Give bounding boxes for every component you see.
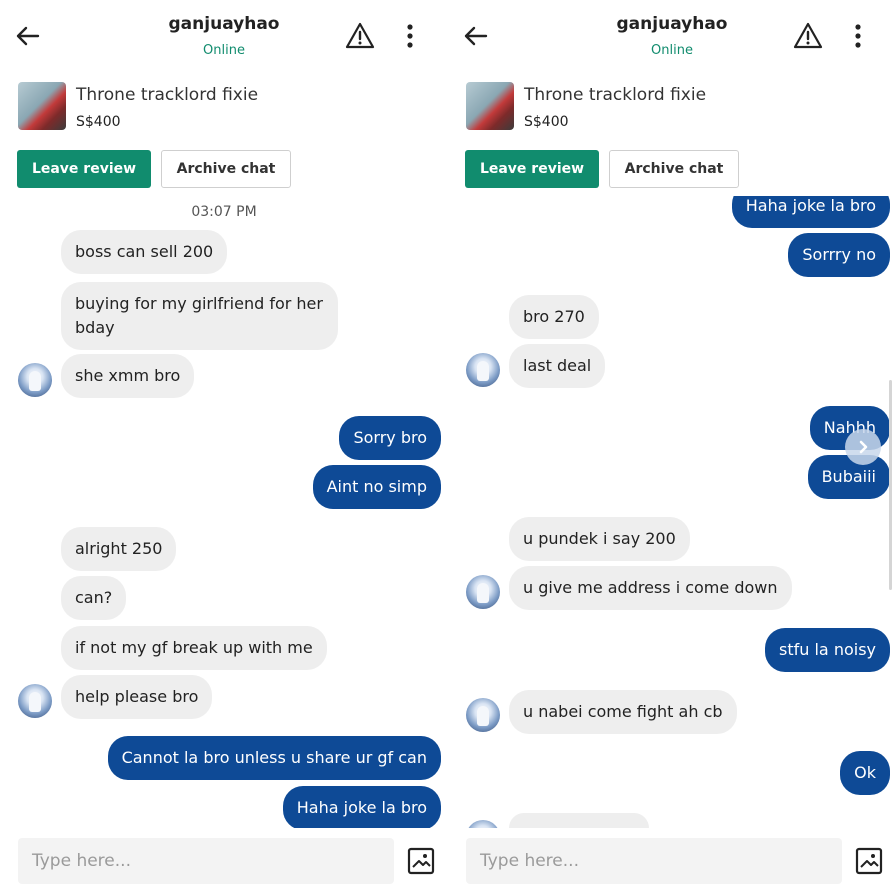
avatar[interactable] <box>18 363 52 397</box>
online-status: Online <box>651 43 693 58</box>
message-bubble-incoming: alright 250 <box>61 527 177 571</box>
message-bubble-incoming: u nabei come fight ah cb <box>509 690 737 734</box>
message-bubble-outgoing: Haha joke la bro <box>282 786 441 828</box>
message-bubble-outgoing: Ok <box>840 751 890 795</box>
listing-title[interactable]: Throne tracklord fixie <box>524 85 706 105</box>
message-bubble-outgoing: Sorrry no <box>788 233 890 277</box>
message-list[interactable]: 03:07 PM boss can sell 200 buying for my… <box>0 196 448 828</box>
online-status: Online <box>203 43 245 58</box>
warning-triangle-icon[interactable] <box>344 20 376 52</box>
listing-thumbnail[interactable] <box>18 82 66 130</box>
message-bubble-incoming: buying for my girlfriend for her bday <box>61 282 338 350</box>
chat-header: ganjuayhao Online <box>0 0 448 78</box>
message-bubble-outgoing: Aint no simp <box>312 465 441 509</box>
avatar[interactable] <box>466 820 500 828</box>
message-bubble-incoming: boss can sell 200 <box>61 230 228 274</box>
message-list[interactable]: Haha joke la bro Sorrry no bro 270 last … <box>448 196 895 828</box>
avatar[interactable] <box>466 575 500 609</box>
archive-chat-button[interactable]: Archive chat <box>161 150 291 188</box>
message-input[interactable]: Type here... <box>466 838 842 884</box>
listing-thumbnail[interactable] <box>466 82 514 130</box>
listing-price: S$400 <box>524 114 569 130</box>
listing-price: S$400 <box>76 114 121 130</box>
message-bubble-incoming: she xmm bro <box>61 354 195 398</box>
message-bubble-outgoing: Bubaiii <box>807 455 890 499</box>
message-bubble-incoming: can? <box>61 576 127 620</box>
leave-review-button[interactable]: Leave review <box>465 150 599 188</box>
avatar[interactable] <box>18 684 52 718</box>
chat-header: ganjuayhao Online <box>448 0 895 78</box>
message-bubble-incoming: u give me address i come down <box>509 566 792 610</box>
chat-username[interactable]: ganjuayhao <box>448 14 895 34</box>
archive-chat-button[interactable]: Archive chat <box>609 150 739 188</box>
message-bubble-incoming: u pundek i say 200 <box>509 517 690 561</box>
warning-triangle-icon[interactable] <box>792 20 824 52</box>
message-bubble-incoming: last deal <box>509 344 606 388</box>
message-bubble-outgoing: Haha joke la bro <box>731 196 890 228</box>
message-input[interactable]: Type here... <box>18 838 394 884</box>
message-bubble-outgoing: Cannot la bro unless u share ur gf can <box>107 736 441 780</box>
avatar[interactable] <box>466 698 500 732</box>
scrollbar[interactable] <box>889 380 892 590</box>
chat-panel-left: ganjuayhao Online Throne tracklord fixie… <box>0 0 448 891</box>
message-bubble-outgoing: stfu la noisy <box>765 628 890 672</box>
message-bubble-incoming: help please bro <box>61 675 213 719</box>
more-vertical-icon[interactable] <box>846 20 870 52</box>
message-bubble-outgoing: Sorry bro <box>339 416 441 460</box>
image-attach-icon[interactable] <box>853 845 885 877</box>
listing-title[interactable]: Throne tracklord fixie <box>76 85 258 105</box>
more-vertical-icon[interactable] <box>398 20 422 52</box>
image-attach-icon[interactable] <box>405 845 437 877</box>
message-bubble-incoming: bro 270 <box>509 295 599 339</box>
message-bubble-incoming <box>509 813 649 828</box>
message-timestamp: 03:07 PM <box>191 204 257 220</box>
chat-username[interactable]: ganjuayhao <box>0 14 448 34</box>
avatar[interactable] <box>466 353 500 387</box>
leave-review-button[interactable]: Leave review <box>17 150 151 188</box>
chat-panel-right: ganjuayhao Online Throne tracklord fixie… <box>448 0 895 891</box>
chevron-right-icon[interactable] <box>845 429 881 465</box>
message-bubble-incoming: if not my gf break up with me <box>61 626 327 670</box>
